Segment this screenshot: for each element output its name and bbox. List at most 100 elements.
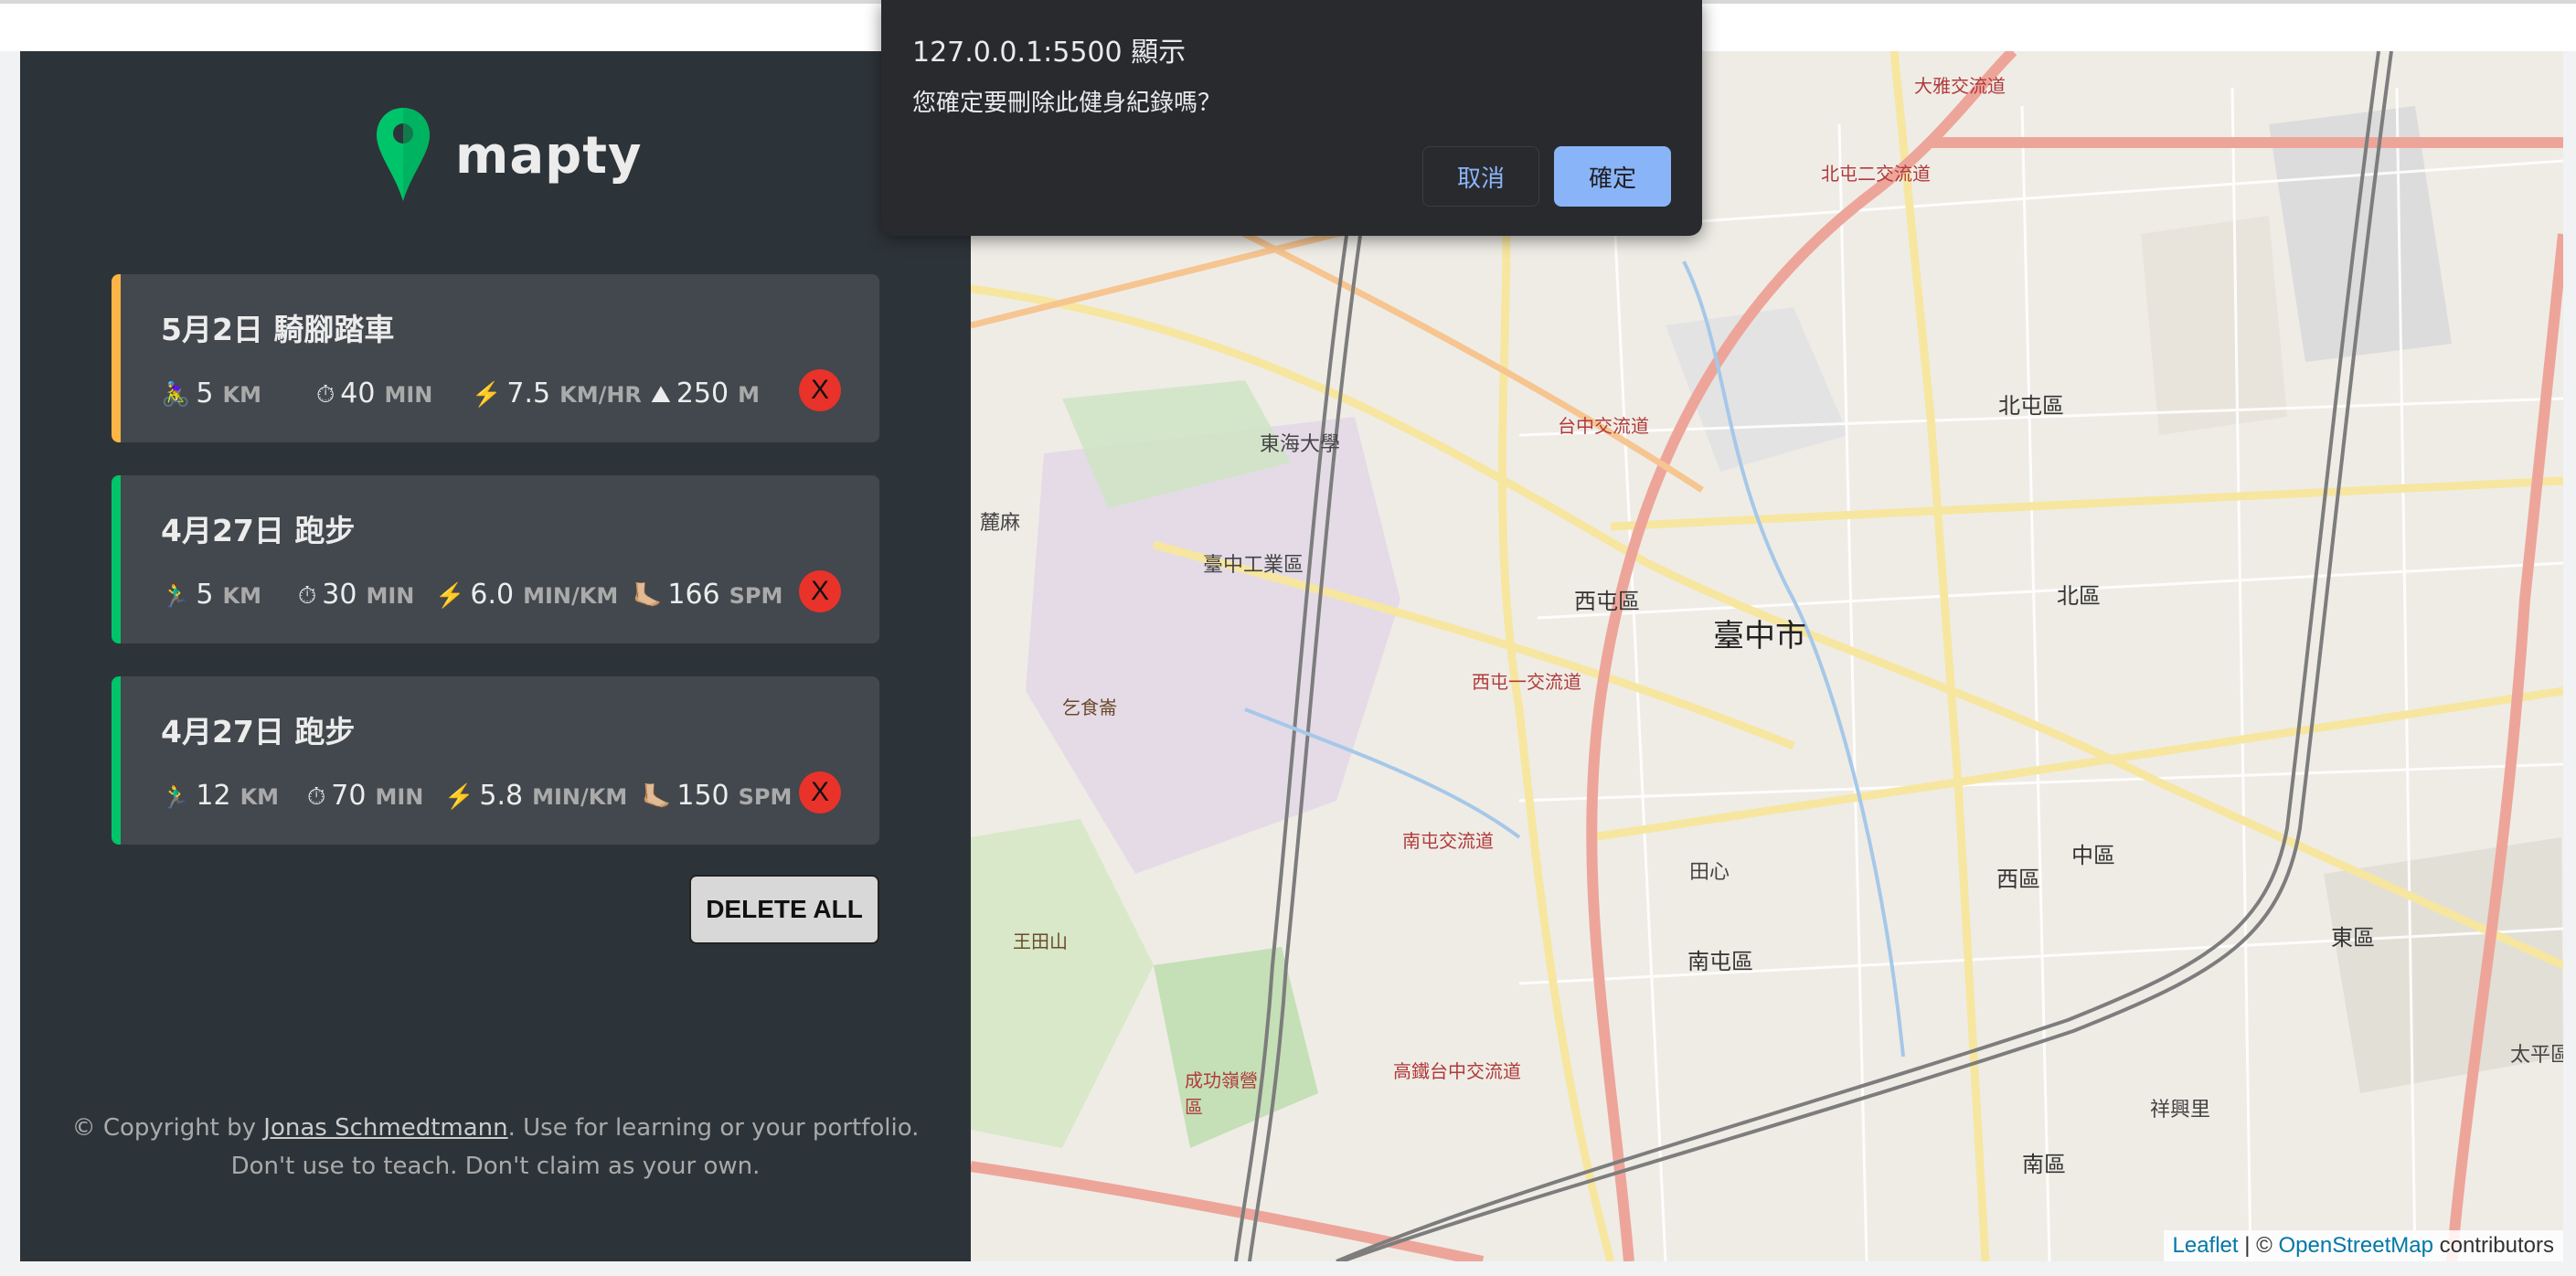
copyright-line-1: © Copyright by Jonas Schmedtmann. Use fo… xyxy=(20,1109,971,1147)
stopwatch-icon: ⏱ xyxy=(307,782,326,811)
distance-value: 12 xyxy=(196,779,231,812)
map-label-yishi: 乞食崙 xyxy=(1062,696,1117,718)
delete-workout-button[interactable]: X xyxy=(799,369,841,411)
lightning-icon: ⚡️ xyxy=(435,581,465,610)
duration-unit: MIN xyxy=(384,381,433,408)
duration-value: 30 xyxy=(322,578,357,611)
map-label-taichungjct: 台中交流道 xyxy=(1558,415,1649,437)
cadence-unit: SPM xyxy=(738,783,793,810)
copyright: © Copyright by Jonas Schmedtmann. Use fo… xyxy=(20,1109,971,1186)
map-label-north: 北區 xyxy=(2057,583,2101,609)
distance-detail: 🏃‍♂️ 12 KM xyxy=(161,780,307,812)
workout-card[interactable]: 5月2日 騎腳踏車 🚴‍♀️ 5 KM ⏱ 40 MIN ⚡️ 7.5 KM/H… xyxy=(112,274,879,442)
workout-details: 🚴‍♀️ 5 KM ⏱ 40 MIN ⚡️ 7.5 KM/HR ⛰ 250 M xyxy=(161,373,760,413)
pace-unit: MIN/KM xyxy=(532,783,628,810)
map-label-city: 臺中市 xyxy=(1713,618,1806,654)
runner-icon: 🏃‍♂️ xyxy=(161,581,191,610)
copyright-prefix: © Copyright by xyxy=(71,1114,264,1142)
pace-value: 5.8 xyxy=(479,779,524,812)
dialog-message: 您確定要刪除此健身紀錄嗎？ xyxy=(912,90,1222,117)
logo-text: mapty xyxy=(455,125,643,186)
elevation-value: 250 xyxy=(676,377,729,409)
map-label-gaotie: 高鐵台中交流道 xyxy=(1393,1060,1521,1082)
map-attribution: Leaflet | © OpenStreetMap contributors xyxy=(2163,1230,2563,1261)
map-label-taiping: 太平區 xyxy=(2510,1044,2563,1067)
distance-unit: KM xyxy=(222,582,261,609)
map-label-beitun: 北屯區 xyxy=(1998,393,2064,419)
elevation-unit: M xyxy=(738,381,760,408)
duration-detail: ⏱ 70 MIN xyxy=(307,780,444,812)
cadence-value: 166 xyxy=(667,578,720,611)
leaflet-link[interactable]: Leaflet xyxy=(2173,1233,2239,1259)
elevation-detail: ⛰ 250 M xyxy=(651,377,760,409)
duration-detail: ⏱ 40 MIN xyxy=(316,377,472,409)
speed-unit: KM/HR xyxy=(559,381,642,408)
map-label-wangtianshan: 王田山 xyxy=(1013,930,1068,952)
map-label-east: 東區 xyxy=(2331,925,2375,951)
pace-detail: ⚡️ 6.0 MIN/KM xyxy=(435,579,633,611)
cadence-detail: 🦶🏼 150 SPM xyxy=(642,780,792,812)
stopwatch-icon: ⏱ xyxy=(298,581,317,610)
runner-icon: 🏃‍♂️ xyxy=(161,782,191,811)
map-label-xitun1: 西屯一交流道 xyxy=(1472,671,1581,693)
map-label-west: 西區 xyxy=(1996,867,2040,892)
cadence-detail: 🦶🏼 166 SPM xyxy=(633,579,782,611)
delete-all-button[interactable]: DELETE ALL xyxy=(689,875,879,944)
map-label-dayajct: 大雅交流道 xyxy=(1914,75,2006,97)
copyright-suffix: . Use for learning or your portfolio. xyxy=(507,1114,920,1142)
dialog-title: 127.0.0.1:5500 顯示 xyxy=(912,37,1187,69)
map-label-south: 南區 xyxy=(2022,1152,2066,1177)
map-pin-logo-icon xyxy=(377,108,430,201)
pace-unit: MIN/KM xyxy=(523,582,619,609)
author-link[interactable]: Jonas Schmedtmann xyxy=(263,1114,507,1142)
workout-card[interactable]: 4月27日 跑步 🏃‍♂️ 12 KM ⏱ 70 MIN ⚡️ 5.8 MIN/… xyxy=(112,676,879,845)
workout-details: 🏃‍♂️ 5 KM ⏱ 30 MIN ⚡️ 6.0 MIN/KM 🦶🏼 166 … xyxy=(161,574,782,614)
distance-detail: 🚴‍♀️ 5 KM xyxy=(161,377,316,409)
duration-unit: MIN xyxy=(375,783,424,810)
cadence-unit: SPM xyxy=(729,582,783,609)
delete-workout-button[interactable]: X xyxy=(799,771,841,813)
confirm-dialog: 127.0.0.1:5500 顯示 您確定要刪除此健身紀錄嗎？ 取消 確定 xyxy=(881,0,1702,236)
stopwatch-icon: ⏱ xyxy=(316,380,335,409)
map-label-nantun: 南屯區 xyxy=(1687,949,1753,974)
cadence-value: 150 xyxy=(676,779,729,812)
speed-value: 7.5 xyxy=(506,377,551,409)
distance-detail: 🏃‍♂️ 5 KM xyxy=(161,579,298,611)
workout-title: 5月2日 騎腳踏車 xyxy=(161,312,395,347)
speed-detail: ⚡️ 7.5 KM/HR xyxy=(472,377,651,409)
map-label-beitunjct: 北屯二交流道 xyxy=(1821,163,1931,185)
map-label-chenggong: 成功嶺營區 xyxy=(1185,1069,1258,1118)
map-label-nantunjct: 南屯交流道 xyxy=(1402,830,1494,852)
sidebar: mapty 5月2日 騎腳踏車 🚴‍♀️ 5 KM ⏱ 40 MIN ⚡️ 7.… xyxy=(20,51,971,1261)
copyright-line-2: Don't use to teach. Don't claim as your … xyxy=(230,1153,761,1180)
lightning-icon: ⚡️ xyxy=(472,380,502,409)
foot-icon: 🦶🏼 xyxy=(633,581,663,610)
map-label-tunghai: 東海大學 xyxy=(1260,433,1341,456)
cancel-button[interactable]: 取消 xyxy=(1422,146,1539,207)
duration-unit: MIN xyxy=(366,582,415,609)
workout-details: 🏃‍♂️ 12 KM ⏱ 70 MIN ⚡️ 5.8 MIN/KM 🦶🏼 150… xyxy=(161,775,792,815)
workout-title: 4月27日 跑步 xyxy=(161,714,356,750)
distance-unit: KM xyxy=(240,783,280,810)
map-label-xiangxingli: 祥興里 xyxy=(2150,1099,2211,1122)
distance-unit: KM xyxy=(222,381,261,408)
logo: mapty xyxy=(375,106,643,205)
cyclist-icon: 🚴‍♀️ xyxy=(161,380,191,409)
map-label-central: 中區 xyxy=(2071,843,2115,868)
workout-title: 4月27日 跑步 xyxy=(161,513,356,548)
pace-detail: ⚡️ 5.8 MIN/KM xyxy=(444,780,642,812)
attribution-contributors: contributors xyxy=(2439,1233,2554,1258)
distance-value: 5 xyxy=(196,377,214,409)
map-label-xitun: 西屯區 xyxy=(1574,589,1640,614)
duration-value: 70 xyxy=(331,779,367,812)
delete-workout-button[interactable]: X xyxy=(799,570,841,612)
pace-value: 6.0 xyxy=(470,578,515,611)
osm-link[interactable]: OpenStreetMap xyxy=(2279,1233,2433,1259)
workout-card[interactable]: 4月27日 跑步 🏃‍♂️ 5 KM ⏱ 30 MIN ⚡️ 6.0 MIN/K… xyxy=(112,475,879,643)
confirm-button[interactable]: 確定 xyxy=(1554,146,1671,207)
map-label-industrial: 臺中工業區 xyxy=(1203,554,1304,577)
foot-icon: 🦶🏼 xyxy=(642,782,672,811)
map-label-tiansin: 田心 xyxy=(1689,861,1730,884)
distance-value: 5 xyxy=(196,578,214,611)
mountain-icon: ⛰ xyxy=(651,380,671,409)
